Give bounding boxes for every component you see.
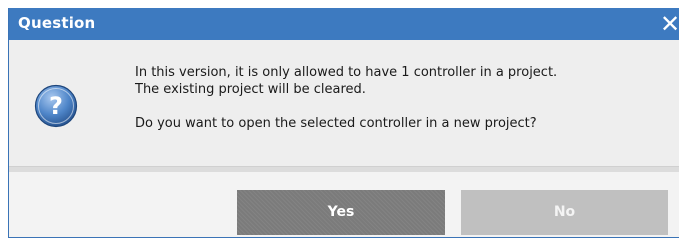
question-dialog: Question ✕ ? In this version, it is only…: [8, 8, 679, 238]
message-line-2: The existing project will be cleared.: [135, 82, 366, 97]
dialog-message: In this version, it is only allowed to h…: [135, 64, 665, 132]
message-line-3: Do you want to open the selected control…: [135, 116, 537, 131]
message-line-1: In this version, it is only allowed to h…: [135, 65, 558, 80]
dialog-button-bar: Yes No: [9, 172, 679, 237]
dialog-titlebar[interactable]: Question ✕: [9, 8, 679, 40]
no-button[interactable]: No: [461, 190, 668, 235]
question-icon: ?: [34, 84, 78, 128]
yes-button[interactable]: Yes: [237, 190, 445, 235]
dialog-content: ? In this version, it is only allowed to…: [9, 40, 679, 166]
dialog-title: Question: [18, 14, 96, 32]
close-button[interactable]: ✕: [657, 10, 679, 38]
svg-text:?: ?: [49, 92, 63, 120]
